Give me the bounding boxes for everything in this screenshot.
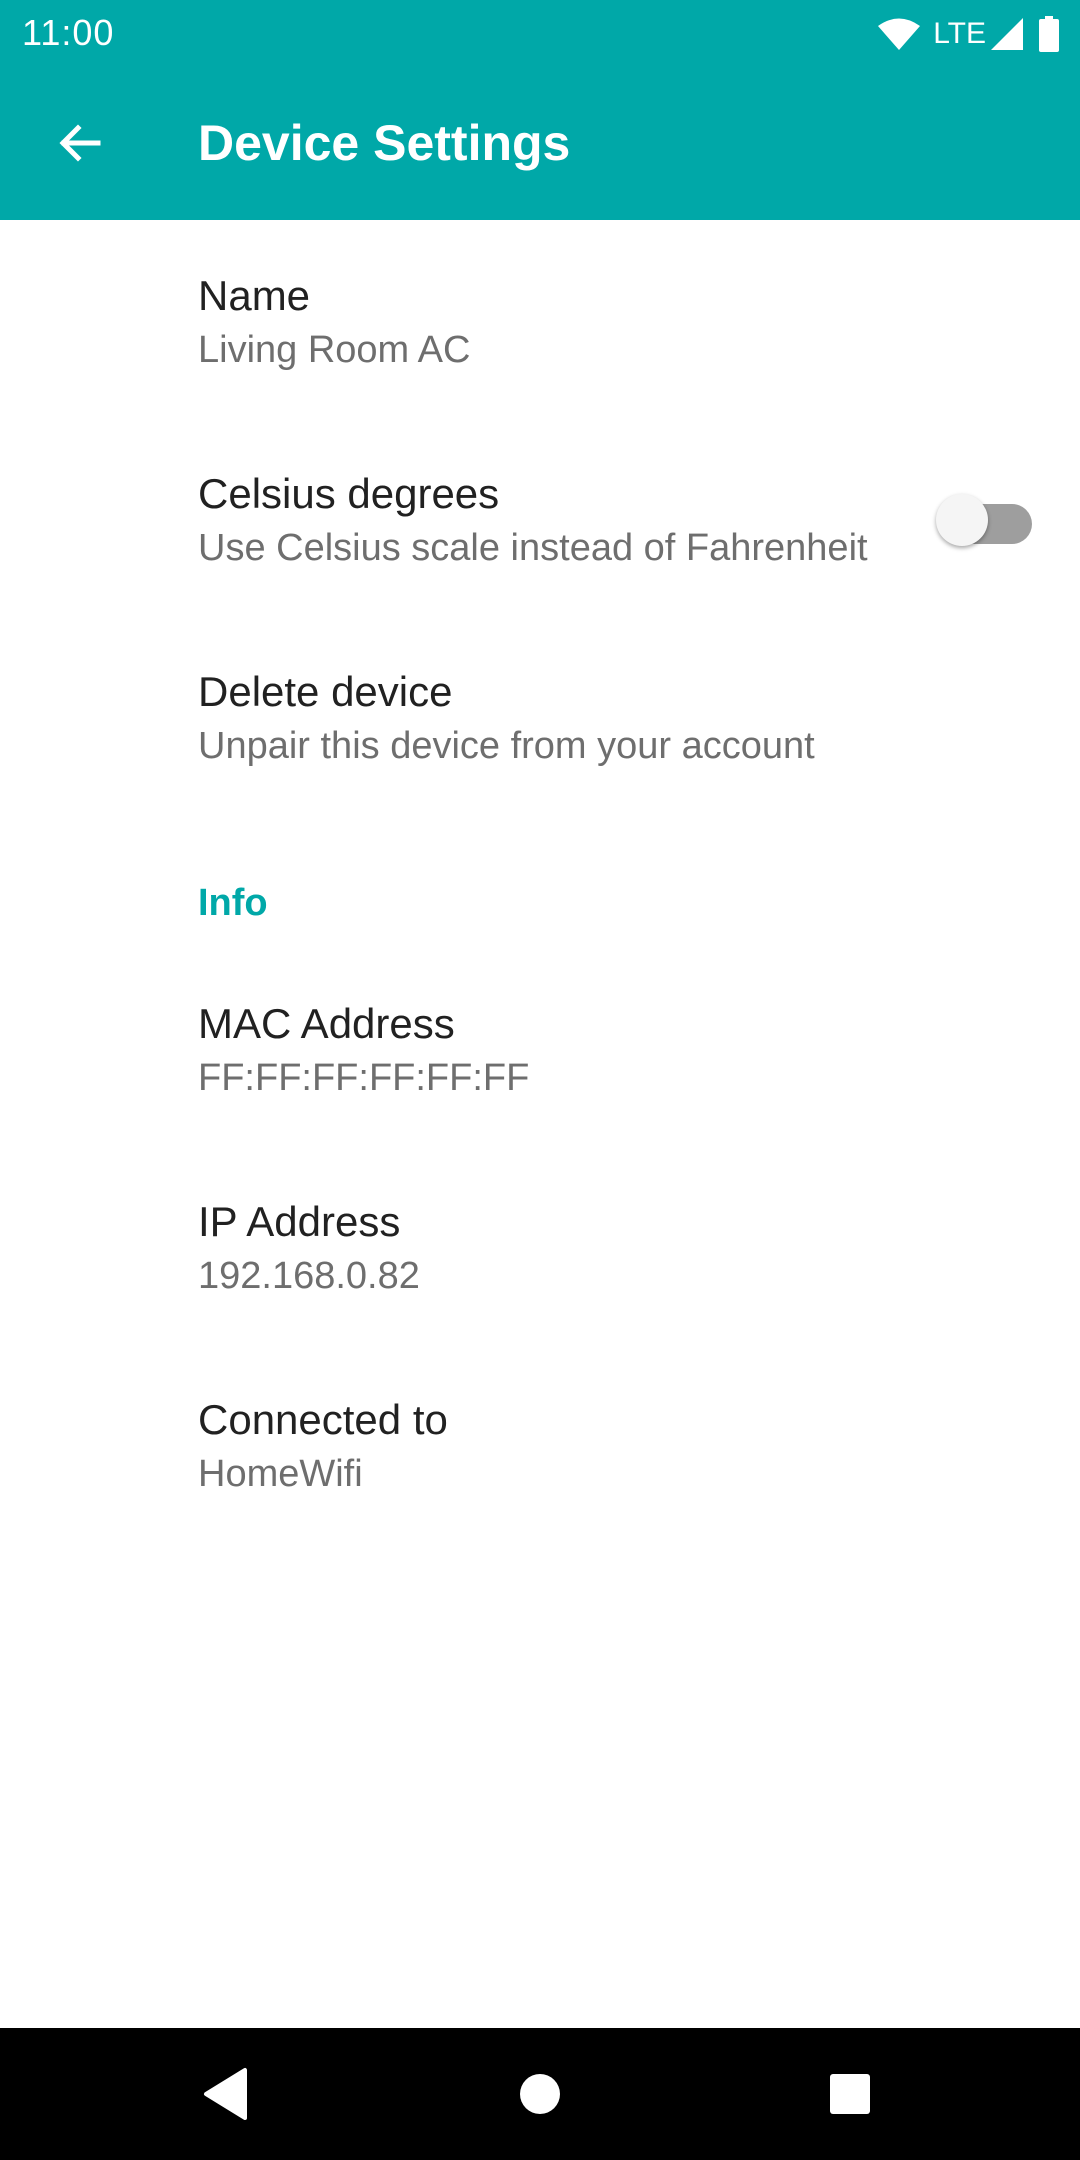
pref-delete-title: Delete device (198, 668, 453, 715)
pref-ip-title: IP Address (198, 1198, 401, 1245)
toggle-thumb (936, 494, 988, 546)
lte-label: LTE (933, 17, 986, 50)
pref-ip-address[interactable]: IP Address 192.168.0.82 (0, 1146, 1080, 1344)
pref-mac-title: MAC Address (198, 1000, 455, 1047)
pref-celsius[interactable]: Celsius degrees Use Celsius scale instea… (0, 418, 1080, 616)
page-title: Device Settings (198, 115, 571, 171)
celsius-toggle[interactable] (930, 488, 1034, 548)
nav-recents-icon (830, 2074, 870, 2114)
pref-delete-device[interactable]: Delete device Unpair this device from yo… (0, 616, 1080, 814)
pref-mac-summary: FF:FF:FF:FF:FF:FF (198, 1057, 530, 1099)
nav-home-button[interactable] (490, 2044, 590, 2144)
back-button[interactable] (40, 103, 120, 183)
pref-ip-summary: 192.168.0.82 (198, 1255, 420, 1297)
arrow-back-icon (59, 124, 101, 162)
pref-celsius-title: Celsius degrees (198, 470, 500, 517)
pref-celsius-summary: Use Celsius scale instead of Fahrenheit (198, 527, 868, 569)
nav-recents-button[interactable] (800, 2044, 900, 2144)
app-bar: Device Settings (0, 66, 1080, 220)
navigation-bar (0, 2028, 1080, 2160)
pref-name-title: Name (198, 272, 311, 319)
nav-back-icon (204, 2068, 247, 2120)
pref-connected-title: Connected to (198, 1396, 448, 1443)
pref-name-summary: Living Room AC (198, 329, 471, 371)
pref-name[interactable]: Name Living Room AC (0, 220, 1080, 418)
wifi-icon (878, 18, 921, 50)
pref-mac-address[interactable]: MAC Address FF:FF:FF:FF:FF:FF (0, 948, 1080, 1146)
nav-back-button[interactable] (176, 2044, 276, 2144)
status-icons: LTE (877, 14, 1060, 54)
status-time: 11:00 (22, 12, 115, 53)
battery-icon (1039, 16, 1059, 52)
signal-icon (991, 18, 1023, 50)
nav-home-icon (520, 2074, 560, 2114)
pref-delete-summary: Unpair this device from your account (198, 725, 815, 767)
pref-connected-to[interactable]: Connected to HomeWifi (0, 1344, 1080, 1542)
status-bar: 11:00 LTE (0, 0, 1080, 66)
info-category-title: Info (198, 882, 268, 924)
pref-connected-summary: HomeWifi (198, 1453, 363, 1495)
